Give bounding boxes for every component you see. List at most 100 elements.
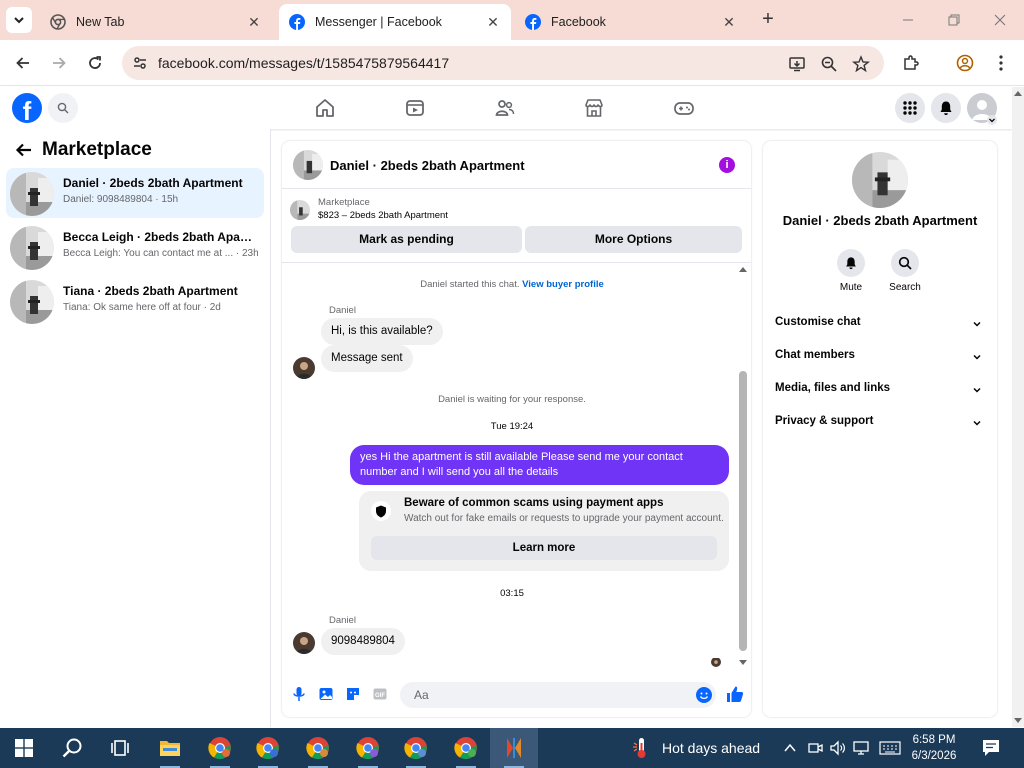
system-clock[interactable]: 6:58 PM 6/3/2026 [902, 732, 966, 764]
weather-text[interactable]: Hot days ahead [662, 740, 760, 756]
speaker-icon[interactable] [829, 740, 847, 756]
customise-chat-section[interactable]: Customise chat [775, 316, 985, 336]
extensions-button[interactable] [900, 52, 922, 74]
microphone-icon[interactable] [291, 686, 307, 702]
conversation-info-icon[interactable]: i [719, 157, 735, 173]
scroll-up-arrow[interactable] [739, 267, 747, 272]
learn-more-button[interactable]: Learn more [371, 536, 717, 560]
back-button[interactable] [12, 52, 34, 74]
active-app-taskbar-button[interactable] [490, 728, 538, 768]
thumbs-up-icon[interactable] [726, 685, 744, 703]
photo-icon[interactable] [318, 686, 334, 702]
listing-price: $823 – 2beds 2bath Apartment [318, 210, 448, 221]
sender-name: Daniel [329, 305, 356, 316]
chrome-taskbar-button[interactable] [344, 728, 392, 768]
gif-icon[interactable]: GIF [372, 686, 388, 702]
my-message-bubble[interactable]: yes Hi the apartment is still available … [350, 445, 729, 485]
camera-icon[interactable] [807, 740, 823, 756]
forward-button[interactable] [48, 52, 70, 74]
view-buyer-profile-link[interactable]: View buyer profile [522, 279, 604, 290]
facebook-search-button[interactable] [48, 93, 78, 123]
facebook-logo[interactable]: f [12, 93, 42, 123]
task-view-button[interactable] [96, 728, 144, 768]
install-app-icon[interactable] [788, 55, 806, 73]
bell-icon [846, 257, 856, 270]
scroll-thumb[interactable] [739, 371, 747, 651]
scroll-down-arrow[interactable] [1014, 718, 1022, 723]
profile-button[interactable] [954, 52, 976, 74]
sender-avatar[interactable] [293, 632, 315, 654]
chrome-taskbar-button[interactable] [196, 728, 244, 768]
mark-as-pending-button[interactable]: Mark as pending [291, 226, 522, 253]
scroll-up-arrow[interactable] [1014, 91, 1022, 96]
minimize-button[interactable] [898, 10, 918, 30]
back-arrow-icon[interactable] [14, 140, 34, 160]
address-bar[interactable]: facebook.com/messages/t/1585475879564417 [122, 46, 884, 80]
listing-thumbnail [10, 280, 54, 324]
notification-center-icon[interactable] [982, 739, 1000, 757]
chrome-taskbar-button[interactable] [442, 728, 490, 768]
new-tab-button[interactable]: + [758, 9, 778, 30]
tab-new-tab[interactable]: New Tab ✕ [40, 4, 272, 40]
chat-scrollbar[interactable] [737, 265, 749, 667]
zoom-out-icon[interactable] [820, 55, 838, 73]
chrome-icon [454, 737, 477, 760]
page-scrollbar[interactable] [1012, 87, 1024, 727]
facebook-icon [289, 14, 305, 30]
gaming-icon[interactable] [673, 97, 695, 119]
sender-avatar[interactable] [293, 357, 315, 379]
mute-button[interactable]: Mute [826, 249, 876, 293]
file-explorer-button[interactable] [146, 728, 194, 768]
more-options-button[interactable]: More Options [525, 226, 742, 253]
video-icon[interactable] [404, 97, 426, 119]
message-input[interactable] [400, 682, 716, 708]
tab-facebook[interactable]: Facebook ✕ [515, 4, 747, 40]
sticker-icon[interactable] [345, 686, 361, 702]
scam-warning-card: Beware of common scams using payment app… [359, 491, 729, 571]
close-tab-icon[interactable]: ✕ [246, 14, 262, 30]
bookmark-star-icon[interactable] [852, 55, 870, 73]
scroll-down-arrow[interactable] [739, 660, 747, 665]
timestamp: 03:15 [500, 588, 524, 599]
close-window-button[interactable] [990, 10, 1010, 30]
message-bubble[interactable]: 9098489804 [321, 628, 405, 655]
site-settings-icon[interactable] [132, 55, 148, 71]
thermometer-icon[interactable] [631, 737, 651, 759]
privacy-support-section[interactable]: Privacy & support [775, 415, 985, 435]
media-files-links-section[interactable]: Media, files and links [775, 382, 985, 402]
network-icon[interactable] [853, 740, 871, 756]
keyboard-icon[interactable] [879, 740, 901, 756]
marketplace-sidebar: Marketplace Daniel · 2beds 2bath Apartme… [0, 129, 271, 727]
reload-button[interactable] [84, 52, 106, 74]
chevron-up-icon[interactable] [783, 742, 797, 754]
account-chevron-icon[interactable] [987, 115, 997, 125]
tab-messenger[interactable]: Messenger | Facebook ✕ [279, 4, 511, 40]
chat-panel: Daniel · 2beds 2bath Apartment i Marketp… [282, 141, 751, 717]
conversation-item[interactable]: Tiana · 2beds 2bath Apartment Tiana: Ok … [6, 276, 264, 326]
search-in-conversation-button[interactable]: Search [880, 249, 930, 293]
chat-members-section[interactable]: Chat members [775, 349, 985, 369]
taskbar-search-button[interactable] [48, 728, 96, 768]
chrome-taskbar-button[interactable] [294, 728, 342, 768]
marketplace-icon[interactable] [583, 97, 605, 119]
home-icon[interactable] [314, 97, 336, 119]
message-bubble[interactable]: Hi, is this available? [321, 318, 443, 345]
emoji-icon[interactable] [696, 687, 712, 703]
chat-title[interactable]: Daniel · 2beds 2bath Apartment [330, 158, 525, 173]
close-tab-icon[interactable]: ✕ [485, 14, 501, 30]
friends-icon[interactable] [494, 97, 516, 119]
chrome-menu-button[interactable] [990, 52, 1012, 74]
chat-avatar[interactable] [293, 150, 323, 180]
conversation-item[interactable]: Daniel · 2beds 2bath Apartment Daniel: 9… [6, 168, 264, 218]
conversation-item[interactable]: Becca Leigh · 2beds 2bath Apartment Becc… [6, 222, 264, 272]
notifications-button[interactable] [931, 93, 961, 123]
tab-search-button[interactable] [6, 7, 32, 33]
message-bubble[interactable]: Message sent [321, 345, 413, 372]
close-tab-icon[interactable]: ✕ [721, 14, 737, 30]
start-button[interactable] [0, 728, 48, 768]
profile-avatar[interactable] [852, 152, 908, 208]
chrome-taskbar-button[interactable] [392, 728, 440, 768]
restore-button[interactable] [944, 10, 964, 30]
chrome-taskbar-button[interactable] [244, 728, 292, 768]
menu-button[interactable] [895, 93, 925, 123]
